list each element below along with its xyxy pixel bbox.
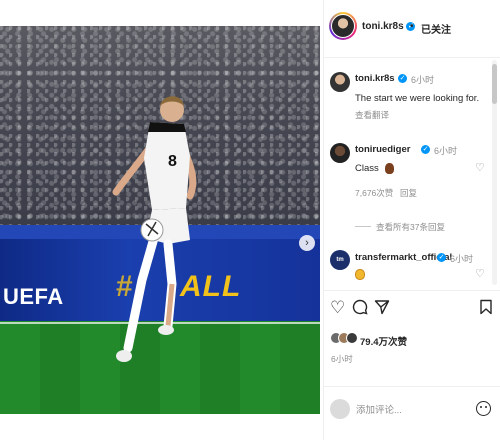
- comment-text: Class: [355, 163, 379, 174]
- liker-avatar: [346, 332, 358, 344]
- comments-list: toni.kr8s ✓ 6小时 The start we were lookin…: [324, 59, 500, 287]
- fist-emoji-icon: [385, 163, 394, 174]
- verified-badge-icon: ✓: [398, 74, 407, 83]
- current-user-avatar: [330, 399, 350, 419]
- emoji-icon[interactable]: [476, 401, 491, 416]
- post-actions: ♡ 79.4万次赞 6小时: [324, 290, 500, 440]
- comment-time[interactable]: 6小时: [450, 252, 473, 265]
- author-username[interactable]: toni.kr8s ✓: [362, 21, 416, 32]
- post-age[interactable]: 6小时: [331, 353, 353, 365]
- comment-reply-button[interactable]: 回复: [400, 187, 417, 199]
- comment-bubble-svg: [352, 299, 368, 315]
- verified-badge-icon: ✓: [437, 253, 446, 262]
- player-illustration: 8: [112, 96, 197, 362]
- comment-avatar[interactable]: [330, 143, 350, 163]
- comment-like-heart-icon[interactable]: ♡: [475, 161, 485, 174]
- author-avatar-image: [331, 14, 355, 38]
- add-comment-bar: [324, 386, 500, 440]
- share-plane-svg: [374, 300, 390, 315]
- transfermarkt-logo-text: tm: [336, 257, 344, 263]
- replies-divider: [355, 226, 371, 227]
- author-username-text: toni.kr8s: [362, 21, 404, 32]
- separator-dot: •: [410, 21, 414, 32]
- post-photo[interactable]: UEFA # ALL 8 ›: [0, 26, 320, 414]
- comment-input[interactable]: [356, 402, 466, 418]
- post-side-panel: toni.kr8s ✓ • 已关注 toni.kr8s ✓ 6小时 The st…: [323, 0, 500, 440]
- comment-avatar[interactable]: tm: [330, 250, 350, 270]
- likes-count[interactable]: 79.4万次赞: [360, 334, 407, 348]
- clap-emoji-icon: [355, 269, 365, 280]
- following-button[interactable]: 已关注: [421, 21, 451, 36]
- author-avatar[interactable]: [329, 12, 357, 40]
- see-translation-link[interactable]: 查看翻译: [355, 109, 389, 121]
- caption-avatar[interactable]: [330, 72, 350, 92]
- comment-username[interactable]: toniruediger: [355, 144, 410, 155]
- caption-username[interactable]: toni.kr8s: [355, 73, 395, 84]
- caption-time[interactable]: 6小时: [411, 73, 434, 86]
- media-panel: UEFA # ALL 8 ›: [0, 0, 323, 440]
- comment-like-heart-icon[interactable]: ♡: [475, 267, 485, 280]
- view-replies-link[interactable]: 查看所有37条回复: [376, 221, 445, 233]
- liked-by-avatars[interactable]: [330, 332, 358, 344]
- verified-badge-icon: ✓: [421, 145, 430, 154]
- share-icon[interactable]: [374, 299, 390, 318]
- next-slide-button[interactable]: ›: [299, 235, 315, 251]
- like-heart-icon[interactable]: ♡: [330, 299, 345, 316]
- comment-icon[interactable]: [352, 299, 368, 318]
- caption-text: The start we were looking for.: [355, 93, 480, 104]
- comment-like-count[interactable]: 7,676次赞: [355, 187, 393, 199]
- comment-time[interactable]: 6小时: [434, 144, 457, 157]
- jersey-number: 8: [168, 153, 177, 170]
- post-header: toni.kr8s ✓ • 已关注: [324, 0, 500, 58]
- bookmark-icon[interactable]: [479, 299, 493, 318]
- bookmark-svg: [480, 299, 492, 315]
